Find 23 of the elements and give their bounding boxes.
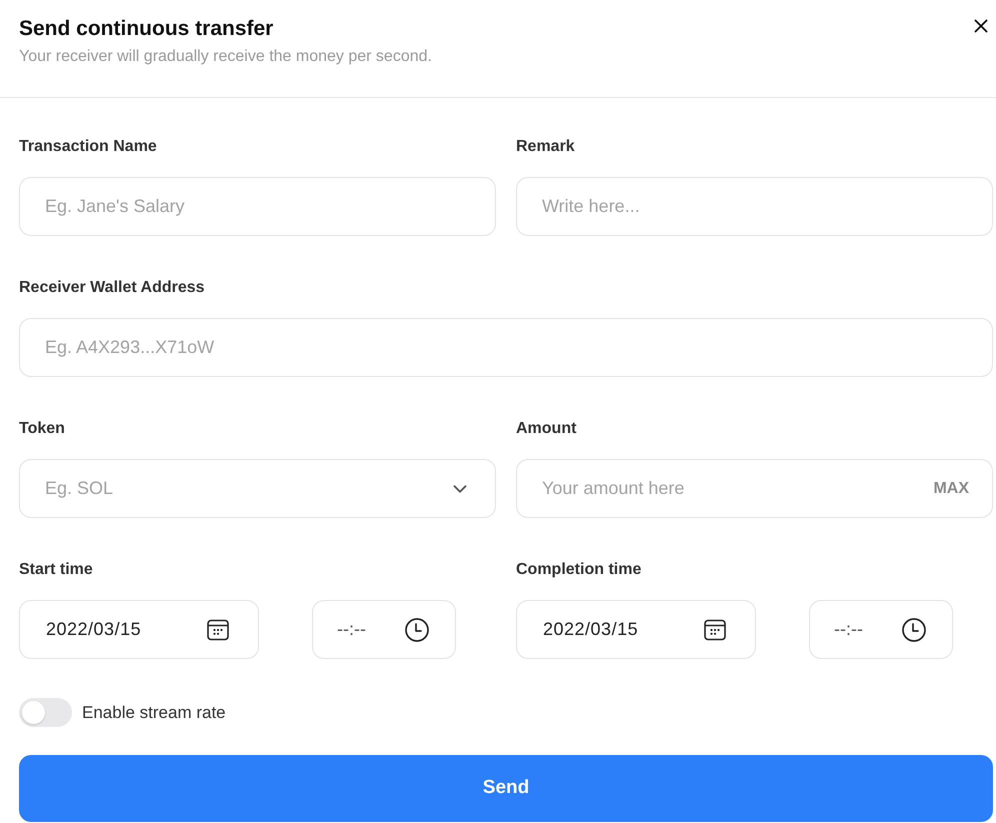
- time-field[interactable]: --:--: [312, 600, 456, 659]
- field-label: Transaction Name: [19, 138, 157, 156]
- field-label: Token: [19, 420, 65, 438]
- calendar-icon[interactable]: [704, 618, 726, 640]
- time-field[interactable]: --:--: [809, 600, 953, 659]
- field-label: Start time: [19, 561, 93, 579]
- input-field[interactable]: Write here...: [516, 177, 993, 236]
- toggle-label: Enable stream rate: [82, 702, 226, 724]
- dialog-title: Send continuous transfer: [19, 16, 274, 42]
- field-label: Completion time: [516, 561, 642, 579]
- date-field[interactable]: 2022/03/15: [19, 600, 259, 659]
- input-field[interactable]: Eg. A4X293...X71oW: [19, 318, 993, 377]
- field-label: Amount: [516, 420, 576, 438]
- toggle-switch[interactable]: [19, 698, 72, 727]
- field-label: Remark: [516, 138, 575, 156]
- input-field[interactable]: Eg. Jane's Salary: [19, 177, 496, 236]
- calendar-icon[interactable]: [207, 618, 229, 640]
- field-label: Receiver Wallet Address: [19, 279, 205, 297]
- send-button[interactable]: Send: [19, 755, 993, 822]
- clock-icon[interactable]: [902, 618, 926, 642]
- clock-icon[interactable]: [405, 618, 429, 642]
- date-field[interactable]: 2022/03/15: [516, 600, 756, 659]
- dialog-subtitle: Your receiver will gradually receive the money per second.: [19, 47, 432, 67]
